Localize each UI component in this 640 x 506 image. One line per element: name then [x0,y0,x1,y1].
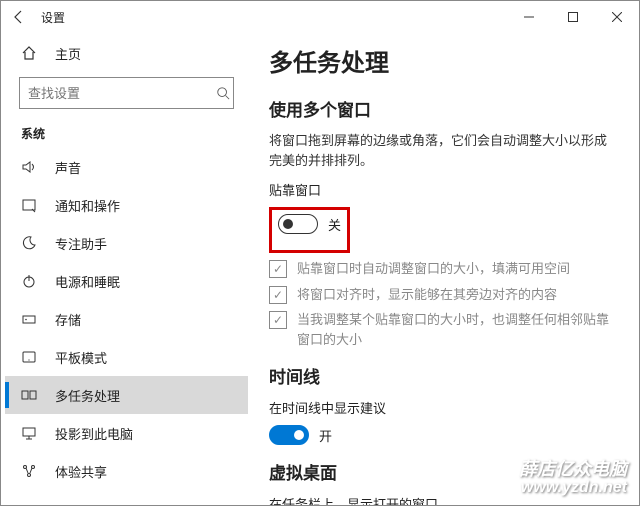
shared-icon [21,463,37,479]
nav-multitasking[interactable]: 多任务处理 [5,376,248,414]
tablet-icon [21,349,37,365]
sidebar: 主页 系统 声音 通知和操作 专注助手 电源和睡眠 存储 [1,33,249,505]
category-label: 系统 [5,119,248,148]
nav-tablet[interactable]: 平板模式 [5,338,248,376]
nav-power[interactable]: 电源和睡眠 [5,262,248,300]
watermark-line2: www.yzdn.net [519,479,627,497]
nav-label: 投影到此电脑 [55,424,133,443]
snap-option-2-label: 将窗口对齐时，显示能够在其旁边对齐的内容 [297,285,557,305]
close-button[interactable] [595,1,639,33]
nav-label: 电源和睡眠 [55,272,120,291]
snap-option-3-label: 当我调整某个贴靠窗口的大小时，也调整任何相邻贴靠窗口的大小 [297,310,611,349]
home-link[interactable]: 主页 [5,33,248,73]
maximize-button[interactable] [551,1,595,33]
nav-label: 声音 [55,158,81,177]
nav-label: 体验共享 [55,462,107,481]
snap-toggle-label: 贴靠窗口 [269,180,611,199]
window-title: 设置 [37,9,507,26]
nav-sound[interactable]: 声音 [5,148,248,186]
snap-option-2[interactable]: ✓ 将窗口对齐时，显示能够在其旁边对齐的内容 [269,285,611,305]
snap-toggle[interactable] [278,214,318,234]
home-label: 主页 [55,44,81,63]
multitasking-icon [21,387,37,403]
nav-focus-assist[interactable]: 专注助手 [5,224,248,262]
timeline-label: 在时间线中显示建议 [269,398,611,417]
nav-projecting[interactable]: 投影到此电脑 [5,414,248,452]
timeline-toggle[interactable] [269,425,309,445]
home-icon [21,45,37,61]
snap-toggle-state: 关 [328,215,341,234]
power-icon [21,273,37,289]
checkbox-icon: ✓ [269,286,287,304]
highlight-box: 关 [269,207,350,253]
storage-icon [21,311,37,327]
nav-shared[interactable]: 体验共享 [5,452,248,490]
checkbox-icon: ✓ [269,260,287,278]
nav-label: 多任务处理 [55,386,120,405]
nav-label: 专注助手 [55,234,107,253]
snap-option-1[interactable]: ✓ 贴靠窗口时自动调整窗口的大小，填满可用空间 [269,259,611,279]
snap-heading: 使用多个窗口 [269,96,611,121]
minimize-button[interactable] [507,1,551,33]
snap-description: 将窗口拖到屏幕的边缘或角落，它们会自动调整大小以形成完美的并排排列。 [269,131,611,170]
content-pane: 多任务处理 使用多个窗口 将窗口拖到屏幕的边缘或角落，它们会自动调整大小以形成完… [249,33,639,505]
page-title: 多任务处理 [269,43,611,78]
watermark-line1: 薛店亿众电脑 [519,460,627,480]
search-icon [212,86,233,100]
back-button[interactable] [1,9,37,25]
timeline-heading: 时间线 [269,363,611,388]
search-input[interactable] [20,86,212,101]
snap-option-1-label: 贴靠窗口时自动调整窗口的大小，填满可用空间 [297,259,570,279]
moon-icon [21,235,37,251]
notifications-icon [21,197,37,213]
timeline-toggle-state: 开 [319,426,332,445]
watermark: 薛店亿众电脑 www.yzdn.net [519,460,627,497]
nav-storage[interactable]: 存储 [5,300,248,338]
nav-label: 通知和操作 [55,196,120,215]
checkbox-icon: ✓ [269,311,287,329]
snap-option-3[interactable]: ✓ 当我调整某个贴靠窗口的大小时，也调整任何相邻贴靠窗口的大小 [269,310,611,349]
nav-notifications[interactable]: 通知和操作 [5,186,248,224]
search-box[interactable] [19,77,234,109]
projecting-icon [21,425,37,441]
nav-label: 平板模式 [55,348,107,367]
nav-label: 存储 [55,310,81,329]
sound-icon [21,159,37,175]
